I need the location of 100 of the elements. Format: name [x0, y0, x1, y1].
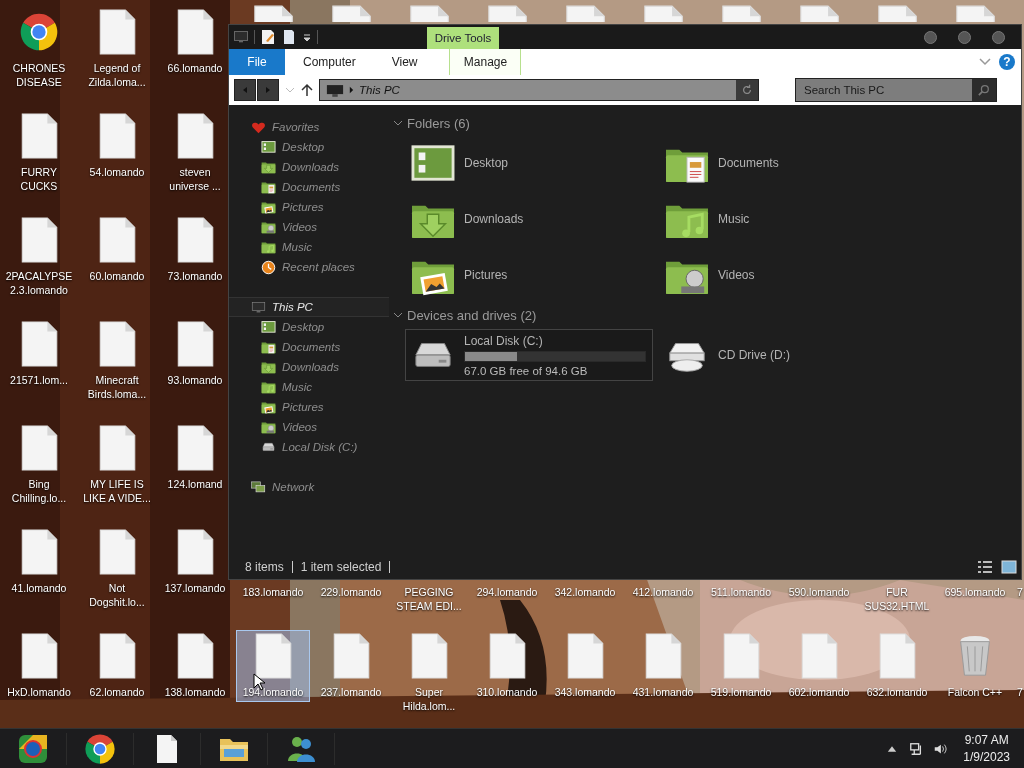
chrome-icon[interactable]: [84, 733, 116, 765]
folder-item[interactable]: Pictures: [405, 249, 653, 301]
file-shortcut[interactable]: Minecraft Birds.loma...: [79, 318, 155, 404]
file-icon: [175, 529, 215, 575]
group-header[interactable]: Folders (6): [393, 113, 1021, 133]
file-shortcut[interactable]: 66.lomando: [166, 6, 224, 78]
file-shortcut[interactable]: CHRONES DISEASE: [1, 6, 77, 92]
file-icon: [19, 113, 59, 159]
chevron-icon[interactable]: [979, 58, 991, 66]
new-folder-icon[interactable]: [281, 29, 297, 45]
nav-item[interactable]: Favorites: [229, 117, 389, 137]
nav-item[interactable]: Documents: [229, 337, 389, 357]
caret-icon[interactable]: [302, 32, 312, 42]
group-header[interactable]: Devices and drives (2): [393, 305, 1021, 325]
close-button[interactable]: [992, 30, 1005, 44]
network-icon: [251, 479, 266, 495]
file-shortcut[interactable]: 124.lomand: [166, 422, 224, 494]
address-bar[interactable]: This PC: [319, 79, 759, 101]
nav-item[interactable]: Downloads: [229, 357, 389, 377]
file-shortcut[interactable]: 138.lomando: [163, 630, 227, 702]
file-shortcut[interactable]: 62.lomando: [88, 630, 146, 702]
file-shortcut[interactable]: Falcon C++: [946, 630, 1004, 702]
volume-icon[interactable]: [933, 742, 948, 756]
file-shortcut[interactable]: 2PACALYPSE 2.3.lomando: [1, 214, 77, 300]
maximize-button[interactable]: [958, 30, 971, 44]
properties-icon[interactable]: [260, 29, 276, 45]
nav-item[interactable]: Desktop: [229, 317, 389, 337]
up-arrow-icon[interactable]: [301, 83, 313, 97]
folder-item[interactable]: Desktop: [405, 137, 653, 189]
network-icon[interactable]: [909, 742, 924, 756]
file-shortcut[interactable]: MY LIFE IS LIKE A VIDE...: [79, 422, 155, 508]
file-icon: [799, 5, 839, 22]
file-shortcut[interactable]: PEGGING STEAM EDI...: [391, 582, 467, 616]
file-shortcut[interactable]: [330, 4, 372, 23]
folder-item[interactable]: Documents: [659, 137, 907, 189]
nav-item[interactable]: Pictures: [229, 397, 389, 417]
file-shortcut[interactable]: 60.lomando: [88, 214, 146, 286]
file-shortcut[interactable]: 73.lomando: [166, 214, 224, 286]
file-shortcut[interactable]: Not Dogshit.lo...: [79, 526, 155, 612]
file-icon: [97, 321, 137, 367]
minimize-button[interactable]: [924, 30, 937, 44]
nav-item[interactable]: Music: [229, 377, 389, 397]
file-shortcut[interactable]: steven universe ...: [162, 110, 228, 196]
file-shortcut[interactable]: 237.lomando: [319, 630, 383, 702]
nav-item[interactable]: This PC: [229, 297, 389, 317]
file-shortcut[interactable]: 431.lomando: [631, 630, 695, 702]
nav-item[interactable]: Recent places: [229, 257, 389, 277]
folder-item[interactable]: Music: [659, 193, 907, 245]
file-shortcut[interactable]: 342.lomando: [553, 582, 617, 602]
file-shortcut[interactable]: Bing Chilling.lo...: [1, 422, 77, 508]
nav-item[interactable]: Network: [229, 477, 389, 497]
nav-item[interactable]: Videos: [229, 217, 389, 237]
file-shortcut[interactable]: Super Hilda.lom...: [391, 630, 467, 716]
start-orb-icon[interactable]: [17, 733, 49, 765]
clock-time[interactable]: 9:07 AM: [964, 732, 1009, 749]
nav-item[interactable]: Music: [229, 237, 389, 257]
computer-icon: [233, 29, 249, 45]
file-shortcut[interactable]: 229.lomando: [319, 582, 383, 602]
folder-item[interactable]: Local Disk (C:) 67.0 GB free of 94.6 GB: [405, 329, 653, 381]
file-icon: [97, 113, 137, 159]
folder-item[interactable]: Videos: [659, 249, 907, 301]
file-icon: [175, 633, 215, 679]
search-field[interactable]: Search This PC: [795, 78, 997, 102]
item-label: Music: [718, 212, 751, 226]
nav-item[interactable]: Videos: [229, 417, 389, 437]
ribbon-tab[interactable]: File: [229, 49, 285, 75]
file-icon: [97, 9, 137, 55]
item-label: Videos: [718, 268, 756, 282]
file-shortcut[interactable]: 632.lomando: [865, 630, 929, 702]
nav-item[interactable]: Downloads: [229, 157, 389, 177]
file-shortcut[interactable]: 93.lomando: [166, 318, 224, 390]
nav-item[interactable]: Local Disk (C:): [229, 437, 389, 457]
file-shortcut[interactable]: [252, 4, 294, 23]
file-shortcut[interactable]: 41.lomando: [10, 526, 68, 598]
ribbon-tab[interactable]: Manage: [449, 49, 522, 75]
file-icon: [565, 633, 605, 679]
item-label: Desktop: [464, 156, 510, 170]
file-shortcut[interactable]: Legend of Zilda.loma...: [79, 6, 155, 92]
file-shortcut[interactable]: 194.lomando: [236, 630, 310, 702]
file-shortcut[interactable]: 21571.lom...: [9, 318, 69, 390]
file-shortcut[interactable]: FURRY CUCKS: [1, 110, 77, 196]
nav-item[interactable]: Desktop: [229, 137, 389, 157]
folder-item[interactable]: CD Drive (D:): [659, 329, 907, 381]
file-shortcut[interactable]: 294.lomando: [475, 582, 539, 602]
details-view-icon[interactable]: [977, 559, 993, 574]
nav-item[interactable]: Pictures: [229, 197, 389, 217]
search-button[interactable]: [972, 79, 996, 101]
large-icons-view-icon[interactable]: [1001, 559, 1017, 574]
file-shortcut[interactable]: 602.lomando: [787, 630, 851, 702]
recent-places-icon: [261, 259, 276, 275]
file-shortcut[interactable]: 54.lomando: [88, 110, 146, 182]
help-button[interactable]: ?: [999, 54, 1015, 70]
folder-item[interactable]: Downloads: [405, 193, 653, 245]
file-shortcut[interactable]: HxD.lomando: [6, 630, 72, 702]
file-shortcut[interactable]: 343.lomando: [553, 630, 617, 702]
clock-date[interactable]: 1/9/2023: [963, 749, 1010, 766]
file-shortcut[interactable]: 183.lomando: [241, 582, 305, 602]
nav-item[interactable]: Documents: [229, 177, 389, 197]
refresh-button[interactable]: [736, 80, 758, 100]
file-shortcut[interactable]: 137.lomando: [163, 526, 227, 598]
